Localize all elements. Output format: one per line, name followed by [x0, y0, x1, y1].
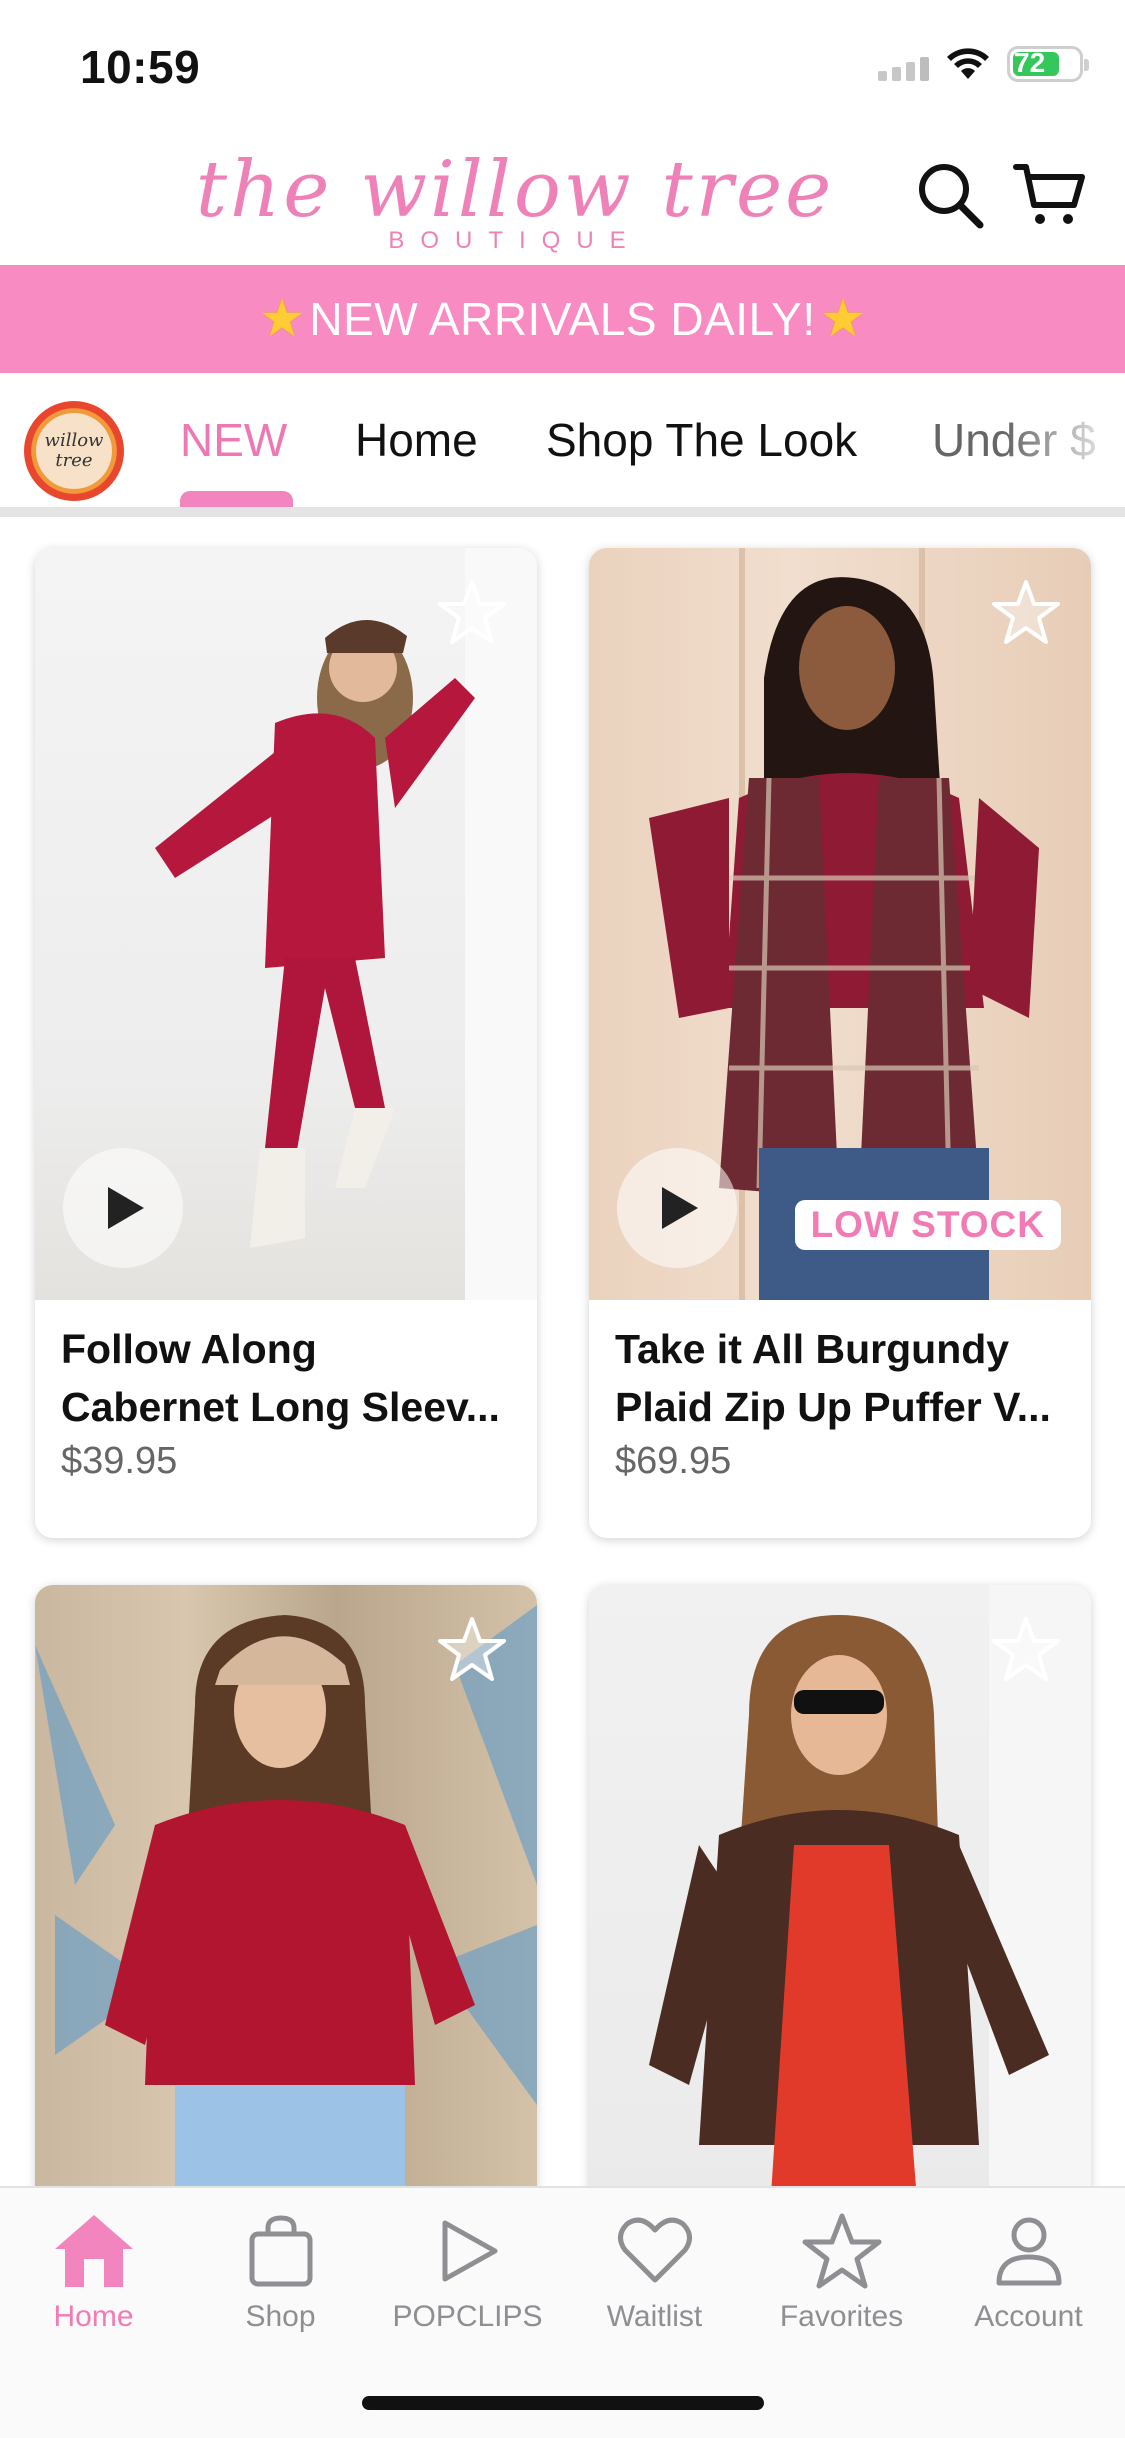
product-title-line2: Cabernet Long Sleev...: [61, 1384, 500, 1430]
battery-icon: 72: [1007, 46, 1089, 82]
product-title[interactable]: Take it All Burgundy Plaid Zip Up Puffer…: [615, 1320, 1065, 1436]
tab-new[interactable]: NEW: [180, 413, 287, 467]
nav-home[interactable]: Home: [0, 2206, 187, 2334]
play-video-button[interactable]: [63, 1148, 183, 1268]
product-image[interactable]: LOW STOCK: [589, 548, 1091, 1300]
nav-popclips[interactable]: POPCLIPS: [374, 2206, 561, 2334]
person-icon: [984, 2206, 1074, 2296]
product-info: Follow Along Cabernet Long Sleev... $39.…: [35, 1300, 537, 1483]
nav-account[interactable]: Account: [935, 2206, 1122, 2334]
nav-label: Waitlist: [606, 2300, 703, 2333]
product-price: $39.95: [61, 1440, 178, 1482]
nav-label: Home: [53, 2300, 134, 2333]
low-stock-badge: LOW STOCK: [794, 1200, 1061, 1250]
favorite-star-icon[interactable]: [989, 576, 1063, 650]
star-icon: [797, 2206, 887, 2296]
nav-favorites[interactable]: Favorites: [748, 2206, 935, 2334]
divider: [0, 507, 1125, 517]
battery-level: 72: [1014, 47, 1046, 78]
tabs-fade: [1005, 393, 1125, 493]
product-card[interactable]: [589, 1585, 1091, 2225]
heart-icon: [610, 2206, 700, 2296]
product-title[interactable]: Follow Along Cabernet Long Sleev...: [61, 1320, 511, 1436]
product-info: Take it All Burgundy Plaid Zip Up Puffer…: [589, 1300, 1091, 1483]
product-title-line1: Take it All Burgundy: [615, 1326, 1010, 1372]
favorite-star-icon[interactable]: [435, 576, 509, 650]
home-icon: [49, 2206, 139, 2296]
store-avatar[interactable]: willow tree: [24, 401, 124, 501]
product-price: $69.95: [615, 1440, 732, 1482]
status-time: 10:59: [80, 41, 201, 93]
tab-shop-the-look[interactable]: Shop The Look: [546, 413, 857, 467]
play-video-button[interactable]: [617, 1148, 737, 1268]
search-icon[interactable]: [910, 155, 990, 235]
star-emoji-icon: ★: [258, 290, 306, 348]
wifi-icon: [947, 48, 989, 79]
avatar-logo-icon: willow tree: [36, 413, 112, 489]
product-card[interactable]: LOW STOCK Take it All Burgundy Plaid Zip…: [589, 548, 1091, 1538]
home-indicator: [362, 2396, 764, 2410]
favorite-star-icon[interactable]: [989, 1613, 1063, 1687]
nav-label: Account: [974, 2300, 1083, 2333]
boutique-logo[interactable]: the willow tree BOUTIQUE: [145, 145, 885, 255]
product-card[interactable]: Follow Along Cabernet Long Sleev... $39.…: [35, 548, 537, 1538]
nav-shop[interactable]: Shop: [187, 2206, 374, 2334]
nav-waitlist[interactable]: Waitlist: [561, 2206, 748, 2334]
play-icon: [108, 1187, 144, 1229]
app-header: the willow tree BOUTIQUE: [0, 135, 1125, 265]
cellular-signal-icon: [878, 47, 929, 81]
tab-home[interactable]: Home: [355, 413, 478, 467]
product-card[interactable]: [35, 1585, 537, 2225]
bag-icon: [236, 2206, 326, 2296]
active-tab-indicator: [180, 491, 293, 508]
play-icon: [423, 2206, 513, 2296]
status-bar: 10:59 72: [0, 0, 1125, 135]
product-image[interactable]: [35, 548, 537, 1300]
category-tabs: willow tree NEW Home Shop The Look Under …: [0, 373, 1125, 508]
product-title-line1: Follow Along: [61, 1326, 317, 1372]
cart-icon[interactable]: [1010, 155, 1090, 235]
banner-text: NEW ARRIVALS DAILY!: [309, 293, 816, 345]
product-image[interactable]: [589, 1585, 1091, 2225]
nav-label: Shop: [245, 2300, 316, 2333]
status-icons: 72: [878, 46, 1089, 82]
play-icon: [662, 1187, 698, 1229]
nav-label: POPCLIPS: [392, 2300, 543, 2333]
promo-banner[interactable]: ★ NEW ARRIVALS DAILY! ★: [0, 265, 1125, 373]
star-emoji-icon: ★: [819, 290, 867, 348]
product-title-line2: Plaid Zip Up Puffer V...: [615, 1384, 1051, 1430]
favorite-star-icon[interactable]: [435, 1613, 509, 1687]
logo-script: the willow tree: [195, 145, 835, 235]
nav-label: Favorites: [779, 2300, 904, 2333]
product-image[interactable]: [35, 1585, 537, 2225]
